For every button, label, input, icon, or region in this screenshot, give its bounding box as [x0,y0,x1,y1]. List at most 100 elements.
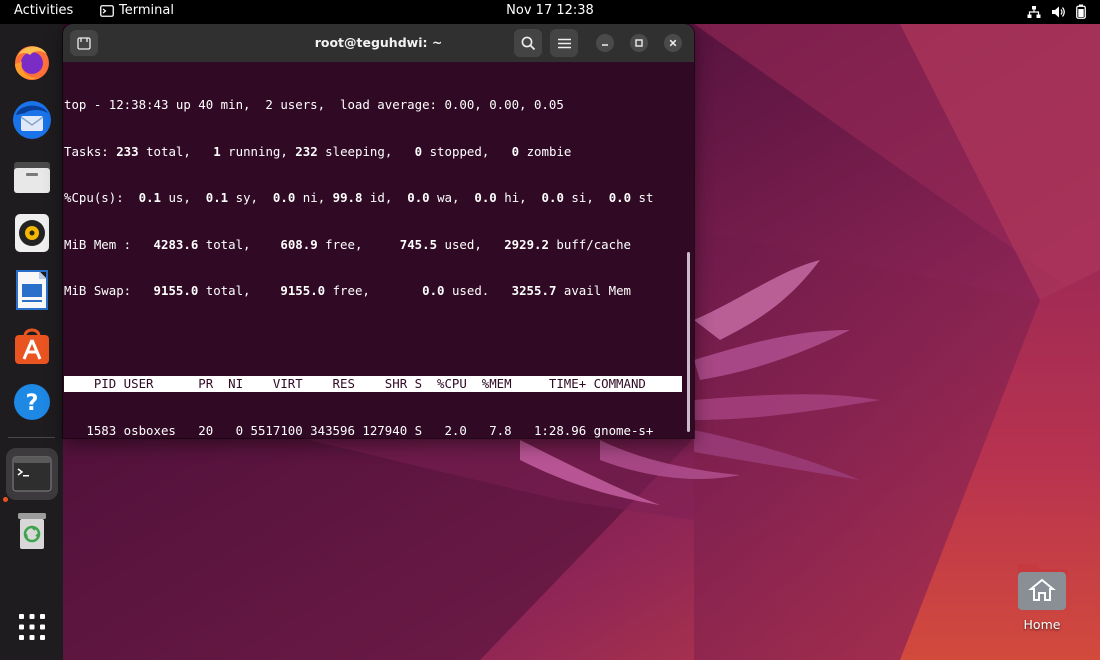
thunderbird-launcher[interactable] [6,94,58,146]
cpu-value: 0.0 [474,190,497,205]
search-icon [521,36,535,50]
swap-value: 9155.0 [280,283,326,298]
process-row: 1583 osboxes 20 0 5517100 343596 127940 … [64,422,654,438]
mem-label: free, [317,236,400,252]
cpu-label: st [631,190,654,205]
search-button[interactable] [514,29,542,57]
uptime-line: top - 12:38:43 up 40 min, 2 users, load … [64,97,564,112]
dock-separator [8,437,55,438]
app-center-launcher[interactable] [6,320,58,372]
files-icon [14,162,50,193]
tasks-label: running, [220,143,296,159]
app-grid-icon [19,614,45,640]
tasks-value: 233 [116,143,139,159]
help-launcher[interactable]: ? [6,376,58,428]
cpu-line: %Cpu(s): 0.1 us, 0.1 sy, 0.0 ni, 99.8 id… [64,190,692,206]
tasks-line: Tasks: 233 total, 1 running, 232 sleepin… [64,144,692,160]
tasks-label: zombie [519,143,572,159]
swap-label: MiB Swap: [64,283,154,298]
help-icon: ? [14,384,50,420]
cpu-label: %Cpu(s): [64,190,139,205]
mem-value: 745.5 [399,236,438,252]
cpu-value: 99.8 [332,190,363,205]
cpu-label: us, [161,190,206,205]
tasks-label: Tasks: [64,143,117,159]
cpu-value: 0.0 [541,190,564,205]
tasks-label: sleeping, [317,143,415,159]
clock[interactable]: Nov 17 12:38 [506,3,594,18]
swap-label: used. [444,283,512,298]
swap-label: free, [325,283,423,298]
mem-value: 2929.2 [504,236,549,252]
tasks-value: 1 [213,143,221,159]
home-folder-icon [1018,564,1068,610]
scrollbar[interactable] [687,252,690,432]
system-tray[interactable] [1027,4,1086,19]
hamburger-menu-icon [557,38,571,48]
network-icon [1027,5,1041,18]
maximize-icon [635,39,643,47]
app-menu-label: Terminal [119,3,174,18]
mem-value: 4283.6 [153,236,199,252]
trash-launcher[interactable] [6,505,58,557]
top-bar: Activities Terminal Nov 17 12:38 [0,0,1100,24]
activities-button[interactable]: Activities [14,3,73,18]
terminal-titlebar[interactable]: root@teguhdwi: ~ [63,24,694,62]
mem-label: buff/cache [548,236,632,252]
rhythmbox-launcher[interactable] [6,207,58,259]
running-indicator [3,497,8,502]
libreoffice-writer-icon [16,270,48,310]
cpu-value: 0.0 [272,190,296,205]
battery-icon [1076,4,1086,19]
mem-value: 608.9 [280,236,318,252]
trash-icon [18,513,46,549]
cpu-value: 0.1 [205,190,229,205]
terminal-output[interactable]: top - 12:38:43 up 40 min, 2 users, load … [64,66,692,438]
svg-text:?: ? [26,391,39,416]
cpu-label: sy, [228,190,273,205]
cpu-label: id, [362,190,408,205]
swap-label: avail Mem [556,283,632,298]
terminal-launcher[interactable] [6,448,58,500]
cpu-label: hi, [496,190,542,205]
writer-launcher[interactable] [6,264,58,316]
cpu-value: 0.0 [608,190,632,205]
home-folder-label[interactable]: Home [990,617,1094,632]
tasks-value: 232 [295,143,318,159]
terminal-window[interactable]: root@teguhdwi: ~ top - 12:38:43 up 40 mi… [63,24,694,438]
files-launcher[interactable] [6,151,58,203]
process-table: 1583 osboxes 20 0 5517100 343596 127940 … [64,423,692,439]
cpu-label: ni, [295,190,333,205]
memory-line: MiB Mem : 4283.6 total, 608.9 free, 745.… [64,237,692,253]
rhythmbox-icon [15,214,49,252]
app-menu[interactable]: Terminal [100,3,174,18]
close-icon [669,39,677,47]
swap-label: total, [198,283,281,298]
app-center-icon [15,328,49,364]
swap-value: 0.0 [422,283,445,298]
minimize-button[interactable] [596,34,614,52]
cpu-value: 0.1 [138,190,161,205]
swap-value: 3255.7 [511,283,557,298]
firefox-launcher[interactable] [6,36,58,88]
show-apps-button[interactable] [6,601,58,653]
cpu-label: wa, [429,190,475,205]
cpu-value: 0.0 [407,190,430,205]
volume-icon [1052,6,1065,17]
minimize-icon [602,44,608,46]
tasks-label: total, [138,143,214,159]
dock: ? [0,24,63,660]
terminal-icon [12,456,52,492]
cpu-label: si, [563,190,609,205]
hamburger-menu-button[interactable] [550,29,578,57]
thunderbird-icon [13,101,51,139]
mem-label: total, [198,236,281,252]
close-button[interactable] [664,34,682,52]
mem-label: MiB Mem : [64,236,154,252]
mem-label: used, [437,236,505,252]
swap-line: MiB Swap: 9155.0 total, 9155.0 free, 0.0… [64,283,692,299]
tasks-label: stopped, [422,143,512,159]
maximize-button[interactable] [630,34,648,52]
process-table-header: PID USER PR NI VIRT RES SHR S %CPU %MEM … [64,376,682,392]
